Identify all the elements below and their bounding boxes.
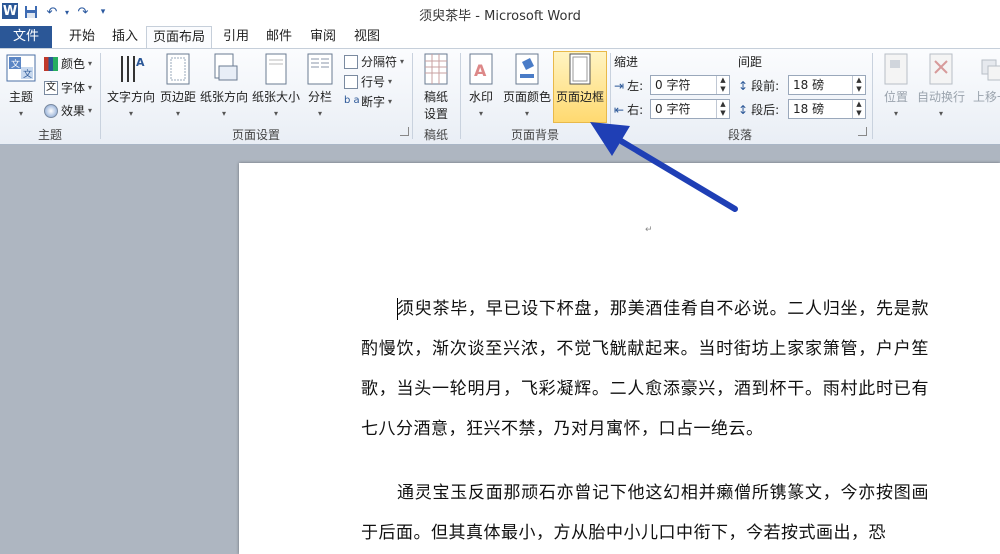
annotation-arrow-icon xyxy=(590,122,738,212)
